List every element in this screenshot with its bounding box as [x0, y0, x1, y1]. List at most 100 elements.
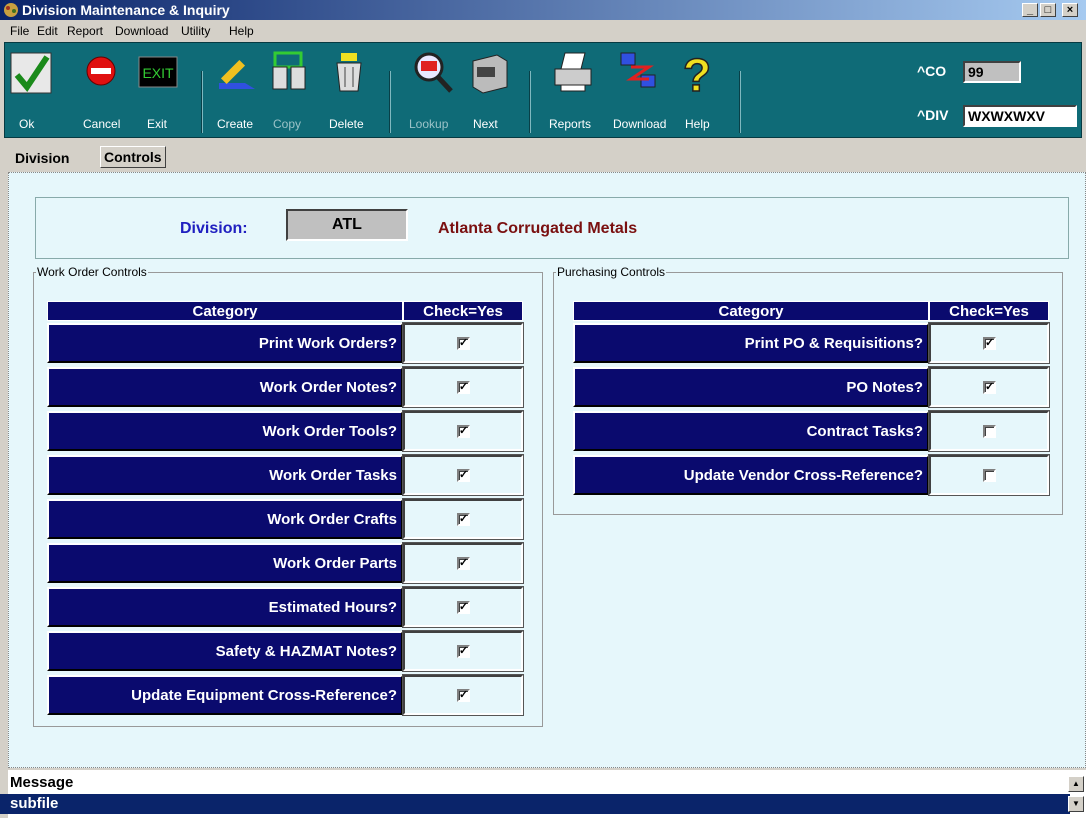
download-button[interactable]: Download	[611, 43, 673, 137]
co-field[interactable]: 99	[963, 61, 1021, 83]
question-mark-icon: ?	[682, 49, 712, 95]
next-button[interactable]: Next	[465, 43, 515, 137]
checkmark-icon	[10, 52, 52, 94]
menu-report[interactable]: Report	[67, 24, 103, 38]
tab-division[interactable]: Division	[12, 148, 72, 168]
po-checkbox[interactable]	[983, 425, 996, 438]
magnifier-icon	[414, 52, 453, 93]
po-checkbox[interactable]: ✓	[983, 381, 996, 394]
toolbar: Ok Cancel EXIT Exit Create Copy Delete L…	[4, 42, 1082, 138]
po-category-cell: Print PO & Requisitions?	[573, 323, 929, 363]
division-code-field[interactable]: ATL	[286, 209, 408, 241]
help-button[interactable]: ? Help	[677, 43, 721, 137]
exit-sign-icon: EXIT	[138, 56, 178, 88]
wo-category-cell: Work Order Tools?	[47, 411, 403, 451]
wo-checkbox[interactable]: ✓	[457, 513, 470, 526]
lookup-button[interactable]: Lookup	[407, 43, 461, 137]
create-button[interactable]: Create	[213, 43, 263, 137]
menu-edit[interactable]: Edit	[37, 24, 58, 38]
printer-icon	[554, 52, 592, 92]
wo-check-cell: ✓	[402, 630, 524, 672]
division-box: Division: ATL Atlanta Corrugated Metals	[35, 197, 1069, 259]
wo-check-cell: ✓	[402, 498, 524, 540]
work-order-controls-legend: Work Order Controls	[37, 265, 147, 279]
wo-check-cell: ✓	[402, 322, 524, 364]
scroll-down-button[interactable]: ▼	[1068, 796, 1084, 812]
toolbar-separator	[739, 71, 741, 133]
wo-category-cell: Work Order Notes?	[47, 367, 403, 407]
wo-checkbox[interactable]: ✓	[457, 337, 470, 350]
po-check-header: Check=Yes	[929, 301, 1049, 321]
wo-check-header: Check=Yes	[403, 301, 523, 321]
pencil-icon	[219, 59, 255, 89]
menu-help[interactable]: Help	[229, 24, 254, 38]
division-name: Atlanta Corrugated Metals	[438, 220, 638, 237]
exit-button[interactable]: EXIT Exit	[135, 43, 185, 137]
menu-download[interactable]: Download	[115, 24, 168, 38]
toolbar-separator	[529, 71, 531, 133]
wo-check-cell: ✓	[402, 366, 524, 408]
tab-controls[interactable]: Controls	[100, 146, 166, 168]
network-transfer-icon	[620, 52, 656, 88]
po-category-cell: Update Vendor Cross-Reference?	[573, 455, 929, 495]
minimize-button[interactable]: _	[1022, 3, 1038, 17]
wo-category-cell: Work Order Tasks	[47, 455, 403, 495]
wo-check-cell: ✓	[402, 454, 524, 496]
po-category-cell: PO Notes?	[573, 367, 929, 407]
title-bar: Division Maintenance & Inquiry _ □ ×	[0, 0, 1086, 20]
wo-checkbox[interactable]: ✓	[457, 557, 470, 570]
wo-checkbox[interactable]: ✓	[457, 425, 470, 438]
reports-button[interactable]: Reports	[545, 43, 605, 137]
svg-text:EXIT: EXIT	[142, 65, 174, 81]
wo-checkbox[interactable]: ✓	[457, 601, 470, 614]
po-check-cell	[928, 410, 1050, 452]
wo-category-cell: Print Work Orders?	[47, 323, 403, 363]
purchasing-controls-legend: Purchasing Controls	[557, 265, 666, 279]
po-checkbox[interactable]	[983, 469, 996, 482]
div-label: ^DIV	[917, 107, 949, 123]
division-label: Division:	[180, 220, 248, 237]
po-category-header: Category	[573, 301, 929, 321]
wo-checkbox[interactable]: ✓	[457, 381, 470, 394]
maximize-button[interactable]: □	[1040, 3, 1056, 17]
wo-checkbox[interactable]: ✓	[457, 645, 470, 658]
delete-button[interactable]: Delete	[325, 43, 375, 137]
message-line: subfile	[0, 794, 1070, 814]
message-title: Message	[10, 774, 74, 791]
ok-button[interactable]: Ok	[7, 43, 57, 137]
co-label: ^CO	[917, 63, 947, 79]
stop-icon	[86, 56, 116, 86]
div-field[interactable]: WXWXWXV	[963, 105, 1077, 127]
trash-icon	[336, 53, 362, 92]
svg-text:?: ?	[683, 49, 711, 95]
wo-category-cell: Update Equipment Cross-Reference?	[47, 675, 403, 715]
po-check-cell: ✓	[928, 322, 1050, 364]
wo-check-cell: ✓	[402, 586, 524, 628]
po-check-cell: ✓	[928, 366, 1050, 408]
toolbar-separator	[201, 71, 203, 133]
wo-check-cell: ✓	[402, 542, 524, 584]
toolbar-separator	[389, 71, 391, 133]
wo-category-cell: Work Order Crafts	[47, 499, 403, 539]
scroll-up-button[interactable]: ▲	[1068, 776, 1084, 792]
po-check-cell	[928, 454, 1050, 496]
cancel-button[interactable]: Cancel	[75, 43, 125, 137]
wo-category-header: Category	[47, 301, 403, 321]
wo-category-cell: Work Order Parts	[47, 543, 403, 583]
wo-check-cell: ✓	[402, 410, 524, 452]
filing-cabinet-icon	[472, 54, 508, 94]
app-icon	[4, 3, 18, 17]
copy-button[interactable]: Copy	[267, 43, 317, 137]
wo-check-cell: ✓	[402, 674, 524, 716]
po-category-cell: Contract Tasks?	[573, 411, 929, 451]
wo-checkbox[interactable]: ✓	[457, 469, 470, 482]
close-button[interactable]: ×	[1062, 3, 1078, 17]
window-title: Division Maintenance & Inquiry	[22, 2, 230, 18]
wo-checkbox[interactable]: ✓	[457, 689, 470, 702]
wo-category-cell: Safety & HAZMAT Notes?	[47, 631, 403, 671]
menu-file[interactable]: File	[10, 24, 29, 38]
copy-icon	[272, 51, 306, 90]
po-checkbox[interactable]: ✓	[983, 337, 996, 350]
menu-utility[interactable]: Utility	[181, 24, 210, 38]
wo-category-cell: Estimated Hours?	[47, 587, 403, 627]
